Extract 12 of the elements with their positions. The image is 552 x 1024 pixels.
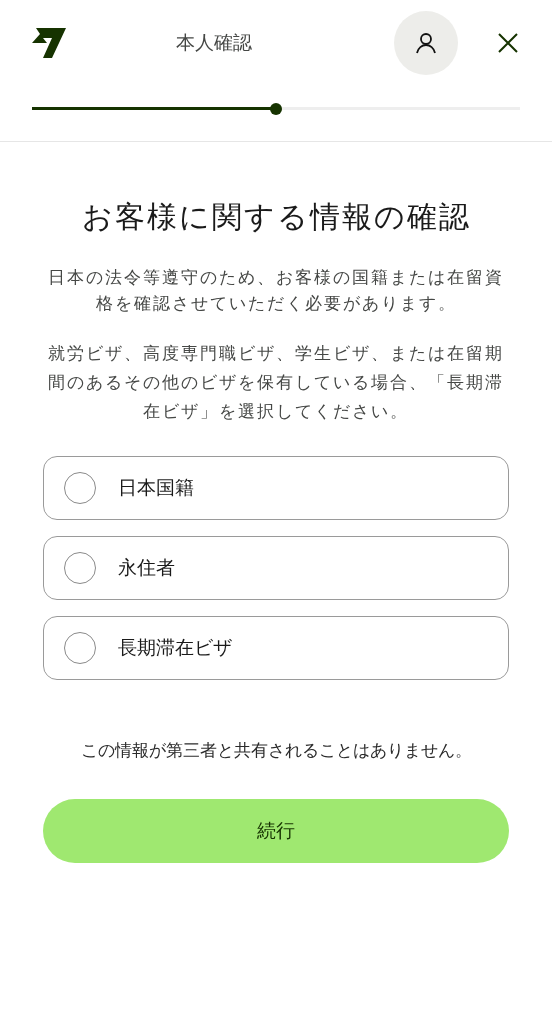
- radio-option[interactable]: 日本国籍: [43, 456, 509, 520]
- page-title: 本人確認: [176, 30, 252, 55]
- privacy-note: この情報が第三者と共有されることはありません。: [79, 740, 473, 761]
- continue-button[interactable]: 続行: [43, 798, 509, 863]
- radio-option[interactable]: 永住者: [43, 536, 509, 600]
- logo-icon[interactable]: [32, 26, 66, 58]
- user-icon: [414, 31, 438, 55]
- paragraph: 就労ビザ、高度専門職ビザ、学生ビザ、または在留期間のあるその他のビザを保有している場合、「長期滞在ビザ」を選択してください。: [47, 343, 505, 423]
- heading: お客様に関する情報の確認: [80, 199, 472, 235]
- radio-option[interactable]: 長期滞在ビザ: [43, 616, 509, 680]
- close-icon: [497, 32, 519, 54]
- paragraph: 日本の法令等遵守のため、お客様の国籍または在留資格を確認させていただく必要があります。: [47, 267, 505, 315]
